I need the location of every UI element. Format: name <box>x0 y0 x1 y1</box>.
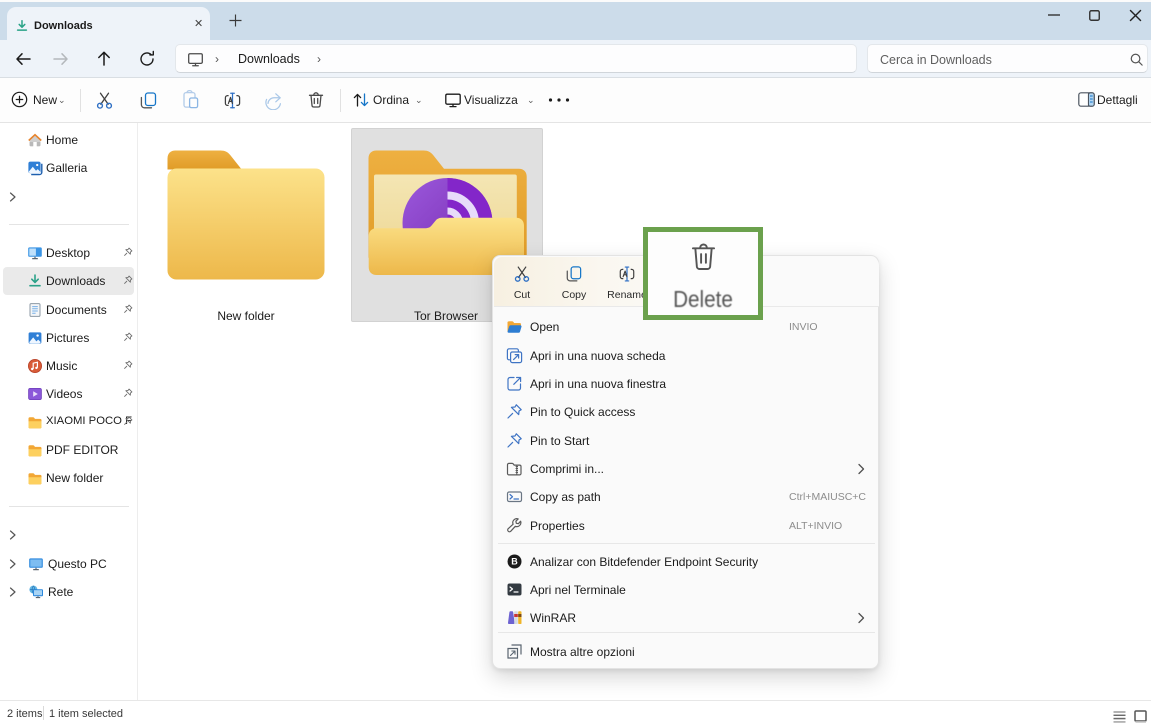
svg-text:B: B <box>511 556 518 566</box>
